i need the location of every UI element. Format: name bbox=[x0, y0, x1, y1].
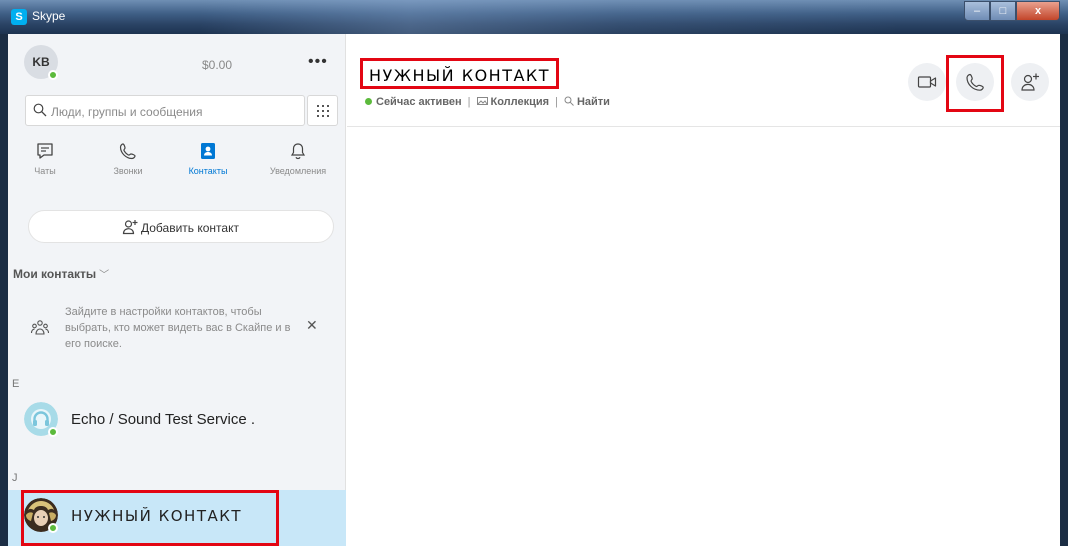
add-contact-label: Добавить контакт bbox=[141, 221, 239, 235]
skype-window: S Skype – □ x KB $0.00 ••• Люди, группы … bbox=[0, 0, 1068, 546]
minimize-button[interactable]: – bbox=[964, 1, 990, 21]
search-icon bbox=[33, 103, 47, 117]
sidebar: KB $0.00 ••• Люди, группы и сообщения Ча… bbox=[8, 34, 346, 546]
annotation-highlight-call bbox=[946, 55, 1004, 112]
tab-notifications-label: Уведомления bbox=[269, 166, 327, 176]
conversation-panel: НУЖНЫЙ КОНТАКТ Сейчас активен | Коллекция |… bbox=[347, 34, 1060, 546]
tab-notifications[interactable]: Уведомления bbox=[258, 138, 338, 188]
my-contacts-heading: Мои контакты bbox=[13, 267, 97, 281]
window-controls: – □ x bbox=[964, 1, 1060, 21]
search-icon bbox=[564, 96, 574, 106]
tab-contacts-label: Контакты bbox=[188, 166, 228, 176]
title-bar-background bbox=[200, 0, 900, 34]
dismiss-hint-button[interactable]: ✕ bbox=[306, 317, 318, 334]
group-letter-j: J bbox=[12, 472, 18, 484]
bell-icon bbox=[290, 143, 306, 160]
dialpad-button[interactable] bbox=[307, 95, 338, 126]
nav-tabs: Чаты Звонки Контакты Уведомления bbox=[8, 138, 346, 188]
add-contact-button[interactable]: Добавить контакт bbox=[28, 210, 334, 243]
contacts-icon bbox=[201, 143, 215, 159]
conversation-status-line: Сейчас активен | Коллекция | Найти bbox=[365, 96, 610, 108]
presence-status: Сейчас активен bbox=[376, 96, 462, 108]
tab-calls[interactable]: Звонки bbox=[88, 138, 168, 188]
contact-name: Echo / Sound Test Service . bbox=[71, 411, 255, 428]
add-person-icon bbox=[1021, 73, 1039, 91]
separator: | bbox=[467, 96, 471, 108]
client-area: KB $0.00 ••• Люди, группы и сообщения Ча… bbox=[8, 34, 1060, 546]
tab-contacts[interactable]: Контакты bbox=[168, 138, 248, 188]
more-options-button[interactable]: ••• bbox=[308, 53, 328, 71]
contact-settings-hint[interactable]: Зайдите в настройки контактов, чтобы выб… bbox=[65, 304, 295, 352]
conversation-header: НУЖНЫЙ КОНТАКТ Сейчас активен | Коллекция |… bbox=[347, 34, 1060, 127]
video-icon bbox=[917, 76, 937, 88]
maximize-button[interactable]: □ bbox=[990, 1, 1016, 21]
title-bar: S Skype – □ x bbox=[0, 0, 1068, 34]
tab-calls-label: Звонки bbox=[113, 166, 143, 176]
gallery-link[interactable]: Коллекция bbox=[476, 96, 550, 108]
skype-credit-balance[interactable]: $0.00 bbox=[202, 58, 232, 72]
close-window-button[interactable]: x bbox=[1016, 1, 1060, 21]
tab-chats-label: Чаты bbox=[34, 166, 56, 176]
search-input[interactable]: Люди, группы и сообщения bbox=[25, 95, 305, 126]
dialpad-icon bbox=[317, 105, 329, 117]
gallery-icon bbox=[476, 97, 488, 105]
profile-online-indicator bbox=[48, 70, 58, 80]
video-call-button[interactable] bbox=[908, 63, 946, 101]
window-title: Skype bbox=[32, 9, 66, 23]
phone-icon bbox=[119, 143, 136, 160]
contact-item-echo[interactable]: Echo / Sound Test Service . bbox=[8, 394, 346, 450]
search-placeholder: Люди, группы и сообщения bbox=[51, 105, 203, 119]
people-settings-icon bbox=[30, 320, 50, 335]
tab-chats[interactable]: Чаты bbox=[8, 138, 85, 188]
add-person-icon bbox=[122, 220, 138, 235]
find-link[interactable]: Найти bbox=[564, 96, 610, 108]
separator: | bbox=[555, 96, 558, 108]
chat-icon bbox=[37, 143, 53, 159]
skype-logo-icon: S bbox=[11, 9, 27, 25]
my-contacts-filter[interactable]: Мои контакты ﹀ bbox=[13, 266, 109, 281]
echo-online-indicator bbox=[48, 427, 58, 437]
conversation-title[interactable]: НУЖНЫЙ КОНТАКТ bbox=[360, 58, 560, 89]
online-dot-icon bbox=[365, 98, 372, 105]
group-letter-e: E bbox=[12, 378, 20, 390]
find-label: Найти bbox=[576, 96, 610, 108]
annotation-highlight-contact bbox=[21, 490, 279, 546]
gallery-label: Коллекция bbox=[490, 96, 550, 108]
chevron-down-icon: ﹀ bbox=[99, 270, 110, 281]
add-people-button[interactable] bbox=[1011, 63, 1049, 101]
